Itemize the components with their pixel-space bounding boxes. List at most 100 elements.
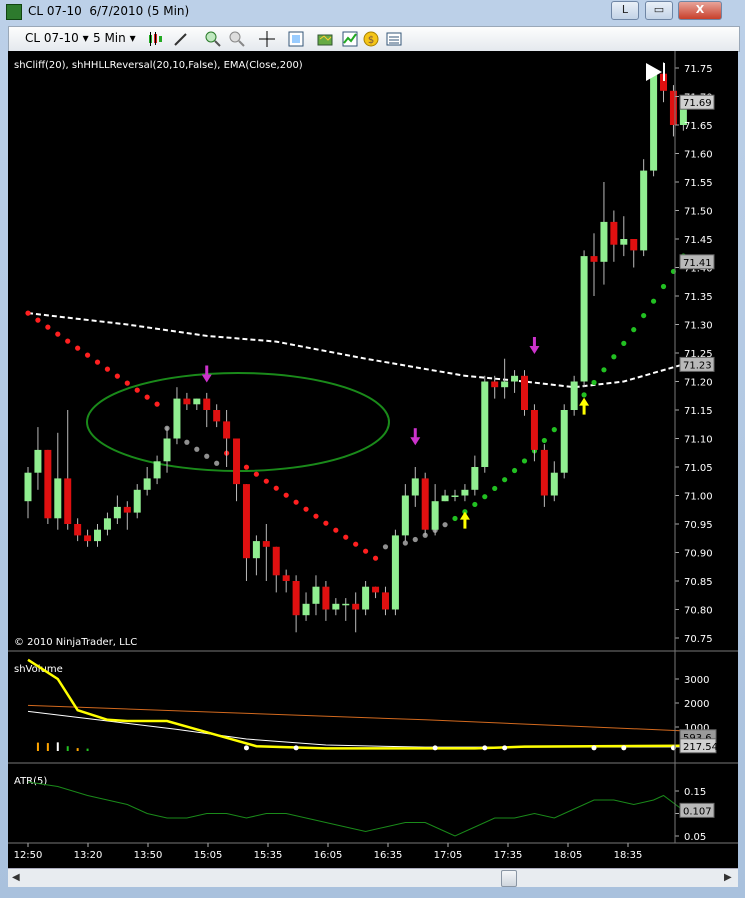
up-candle (133, 489, 141, 513)
down-arrow-icon (410, 437, 421, 446)
stop-dot (660, 283, 667, 290)
down-candle (272, 546, 280, 576)
up-candle (34, 449, 42, 473)
data-box-icon[interactable] (386, 31, 402, 47)
scroll-thumb[interactable] (501, 870, 517, 887)
trail-stop-label: 71.41 (683, 258, 712, 269)
stop-dot (55, 331, 61, 337)
atr-label: ATR(5) (14, 776, 47, 787)
stop-dot (84, 352, 91, 358)
horizontal-scrollbar[interactable]: ◀ ▶ (8, 868, 738, 887)
price-tick-label: 70.90 (684, 549, 713, 560)
stop-dot (94, 359, 101, 365)
scroll-left-icon[interactable]: ◀ (12, 872, 20, 883)
up-candle (501, 381, 509, 388)
volume-bar (76, 748, 79, 751)
interval-label: 5 Min (93, 31, 126, 45)
volume-spike-dot (293, 745, 299, 751)
down-candle (44, 449, 52, 519)
down-arrow-icon (529, 346, 540, 354)
time-tick-label: 16:05 (314, 850, 343, 861)
up-candle (640, 170, 648, 251)
minimize-button[interactable]: L (611, 1, 639, 20)
volume-spike-dot (502, 745, 508, 751)
down-candle (521, 375, 528, 410)
atr-value-label: 0.107 (683, 806, 712, 817)
money-icon[interactable]: $ (363, 31, 379, 47)
volume-tick-label: 3000 (684, 675, 709, 686)
strategy-icon[interactable] (317, 31, 333, 47)
stop-dot (611, 354, 617, 360)
down-candle (491, 381, 499, 388)
interval-selector[interactable]: 5 Min ▾ (93, 31, 136, 45)
crosshair-icon[interactable] (259, 31, 275, 47)
volume-spike-dot (243, 745, 249, 751)
volume-ma-fast-line (27, 658, 684, 750)
stop-dot (492, 485, 498, 492)
up-candle (103, 518, 111, 530)
volume-spike-dot (591, 745, 597, 751)
zoom-out-icon[interactable] (229, 31, 245, 47)
stop-dot (382, 544, 389, 550)
stop-dot (472, 501, 478, 508)
up-candle (650, 73, 658, 171)
close-button[interactable]: X (678, 1, 722, 20)
down-candle (669, 90, 677, 125)
up-candle (481, 381, 489, 467)
stop-dot (641, 312, 647, 319)
svg-text:$: $ (368, 35, 374, 46)
title-bar[interactable]: CL 07-10 6/7/2010 (5 Min) L ▭ X (0, 0, 745, 24)
up-candle (550, 472, 558, 496)
properties-icon[interactable] (288, 31, 304, 47)
stop-dot (253, 471, 259, 477)
volume-spike-dot (621, 745, 627, 751)
stop-dot (154, 401, 160, 407)
chart-area[interactable]: shCliff(20), shHHLLReversal(20,10,False)… (8, 51, 738, 868)
stop-dot (114, 373, 120, 379)
stop-dot (323, 520, 329, 526)
stop-dot (551, 427, 557, 433)
stop-dot (263, 478, 269, 484)
up-candle (163, 438, 171, 462)
stop-dot (621, 340, 627, 346)
price-tick-label: 71.60 (684, 150, 713, 161)
down-candle (381, 592, 389, 610)
stop-dot (124, 380, 130, 386)
stop-dot (372, 555, 379, 561)
volume-bar (36, 742, 39, 751)
maximize-button[interactable]: ▭ (645, 1, 673, 20)
draw-pencil-icon[interactable] (173, 31, 189, 47)
price-tick-label: 70.80 (684, 606, 713, 617)
time-tick-label: 18:05 (554, 850, 583, 861)
stop-dot (402, 540, 408, 546)
stop-dot (333, 527, 339, 533)
volume-tick-label: 2000 (684, 699, 709, 710)
stop-dot (144, 394, 150, 400)
down-candle (74, 524, 82, 536)
stop-dot (511, 467, 518, 474)
scroll-right-icon[interactable]: ▶ (724, 872, 732, 883)
price-chart-svg[interactable]: shCliff(20), shHHLLReversal(20,10,False)… (8, 51, 738, 868)
up-candle (173, 398, 181, 439)
up-candle (143, 478, 151, 490)
up-candle (570, 381, 578, 410)
up-candle (580, 256, 588, 382)
stop-dot (134, 387, 140, 393)
stop-dot (452, 515, 458, 522)
stop-dot (194, 446, 200, 452)
down-candle (610, 221, 618, 245)
price-tick-label: 71.35 (684, 292, 713, 303)
zoom-in-icon[interactable] (205, 31, 221, 47)
volume-bar (86, 748, 89, 751)
stop-dot (502, 477, 508, 483)
down-candle (123, 506, 131, 513)
time-tick-label: 13:50 (134, 850, 163, 861)
price-tick-label: 71.55 (684, 178, 713, 189)
up-candle (153, 461, 161, 479)
time-tick-label: 18:35 (614, 850, 643, 861)
instrument-selector[interactable]: CL 07-10 ▾ (25, 31, 89, 45)
up-candle (401, 495, 409, 536)
candlestick-icon[interactable] (147, 31, 163, 47)
chart-trader-icon[interactable] (342, 31, 358, 47)
price-tick-label: 70.85 (684, 577, 713, 588)
